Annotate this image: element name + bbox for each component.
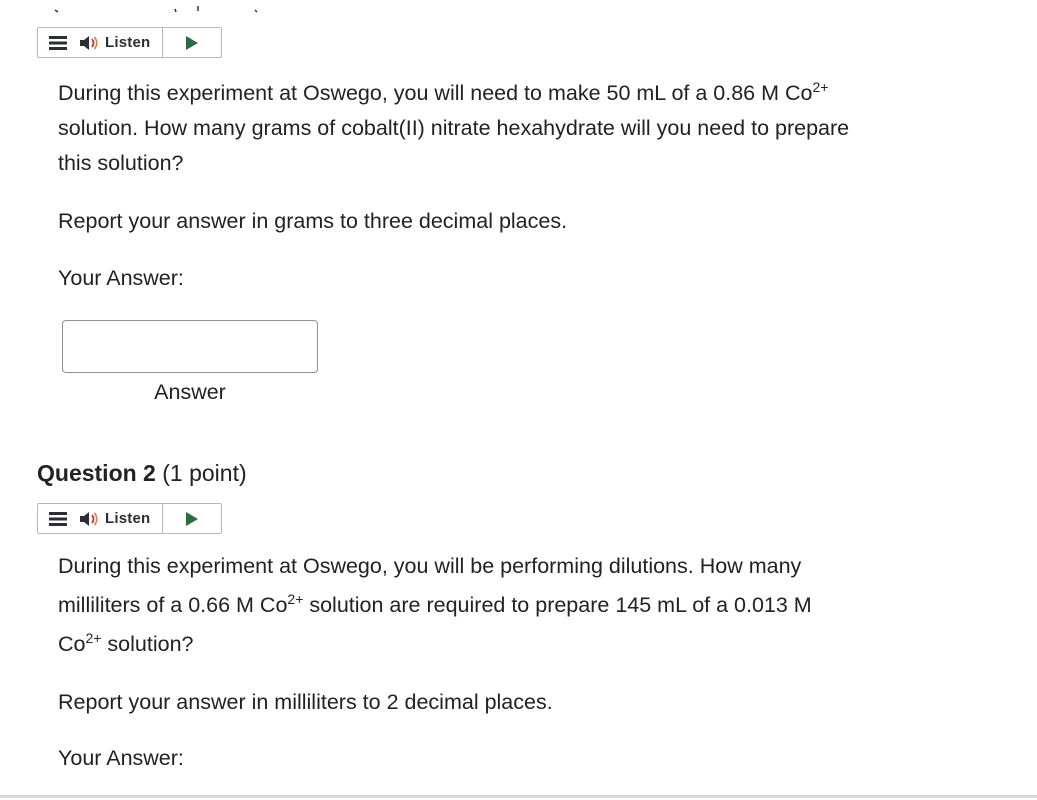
your-answer-label: Your Answer: — [58, 266, 184, 290]
answer-caption: Answer — [154, 380, 226, 404]
play-button[interactable] — [163, 504, 221, 533]
listen-toolbar-q2: Listen — [37, 503, 222, 534]
question1-instruction: Report your answer in grams to three dec… — [58, 209, 568, 233]
answer-input[interactable] — [62, 320, 318, 373]
menu-icon — [49, 35, 67, 50]
your-answer-label-q2: Your Answer: — [58, 746, 184, 770]
play-button[interactable] — [163, 28, 221, 57]
listen-button[interactable]: Listen — [78, 28, 164, 57]
question2-text: During this experiment at Oswego, you wi… — [58, 554, 812, 656]
listen-button[interactable]: Listen — [78, 504, 164, 533]
speaker-icon — [80, 511, 98, 526]
question2-title: Question 2 — [37, 460, 156, 486]
cropped-top-marks — [54, 6, 258, 13]
menu-icon — [49, 511, 67, 526]
question1-text: During this experiment at Oswego, you wi… — [58, 78, 850, 175]
listen-label: Listen — [105, 34, 151, 51]
question2-instruction: Report your answer in milliliters to 2 d… — [58, 690, 553, 714]
listen-toolbar-q1: Listen — [37, 27, 222, 58]
play-icon — [186, 511, 199, 526]
bottom-divider — [0, 795, 1037, 798]
question2-points: (1 point) — [162, 460, 247, 486]
question2-heading: Question 2 (1 point) — [37, 460, 247, 487]
play-icon — [186, 35, 199, 50]
speaker-icon — [80, 35, 98, 50]
menu-button[interactable] — [38, 504, 78, 533]
menu-button[interactable] — [38, 28, 78, 57]
listen-label: Listen — [105, 510, 151, 527]
